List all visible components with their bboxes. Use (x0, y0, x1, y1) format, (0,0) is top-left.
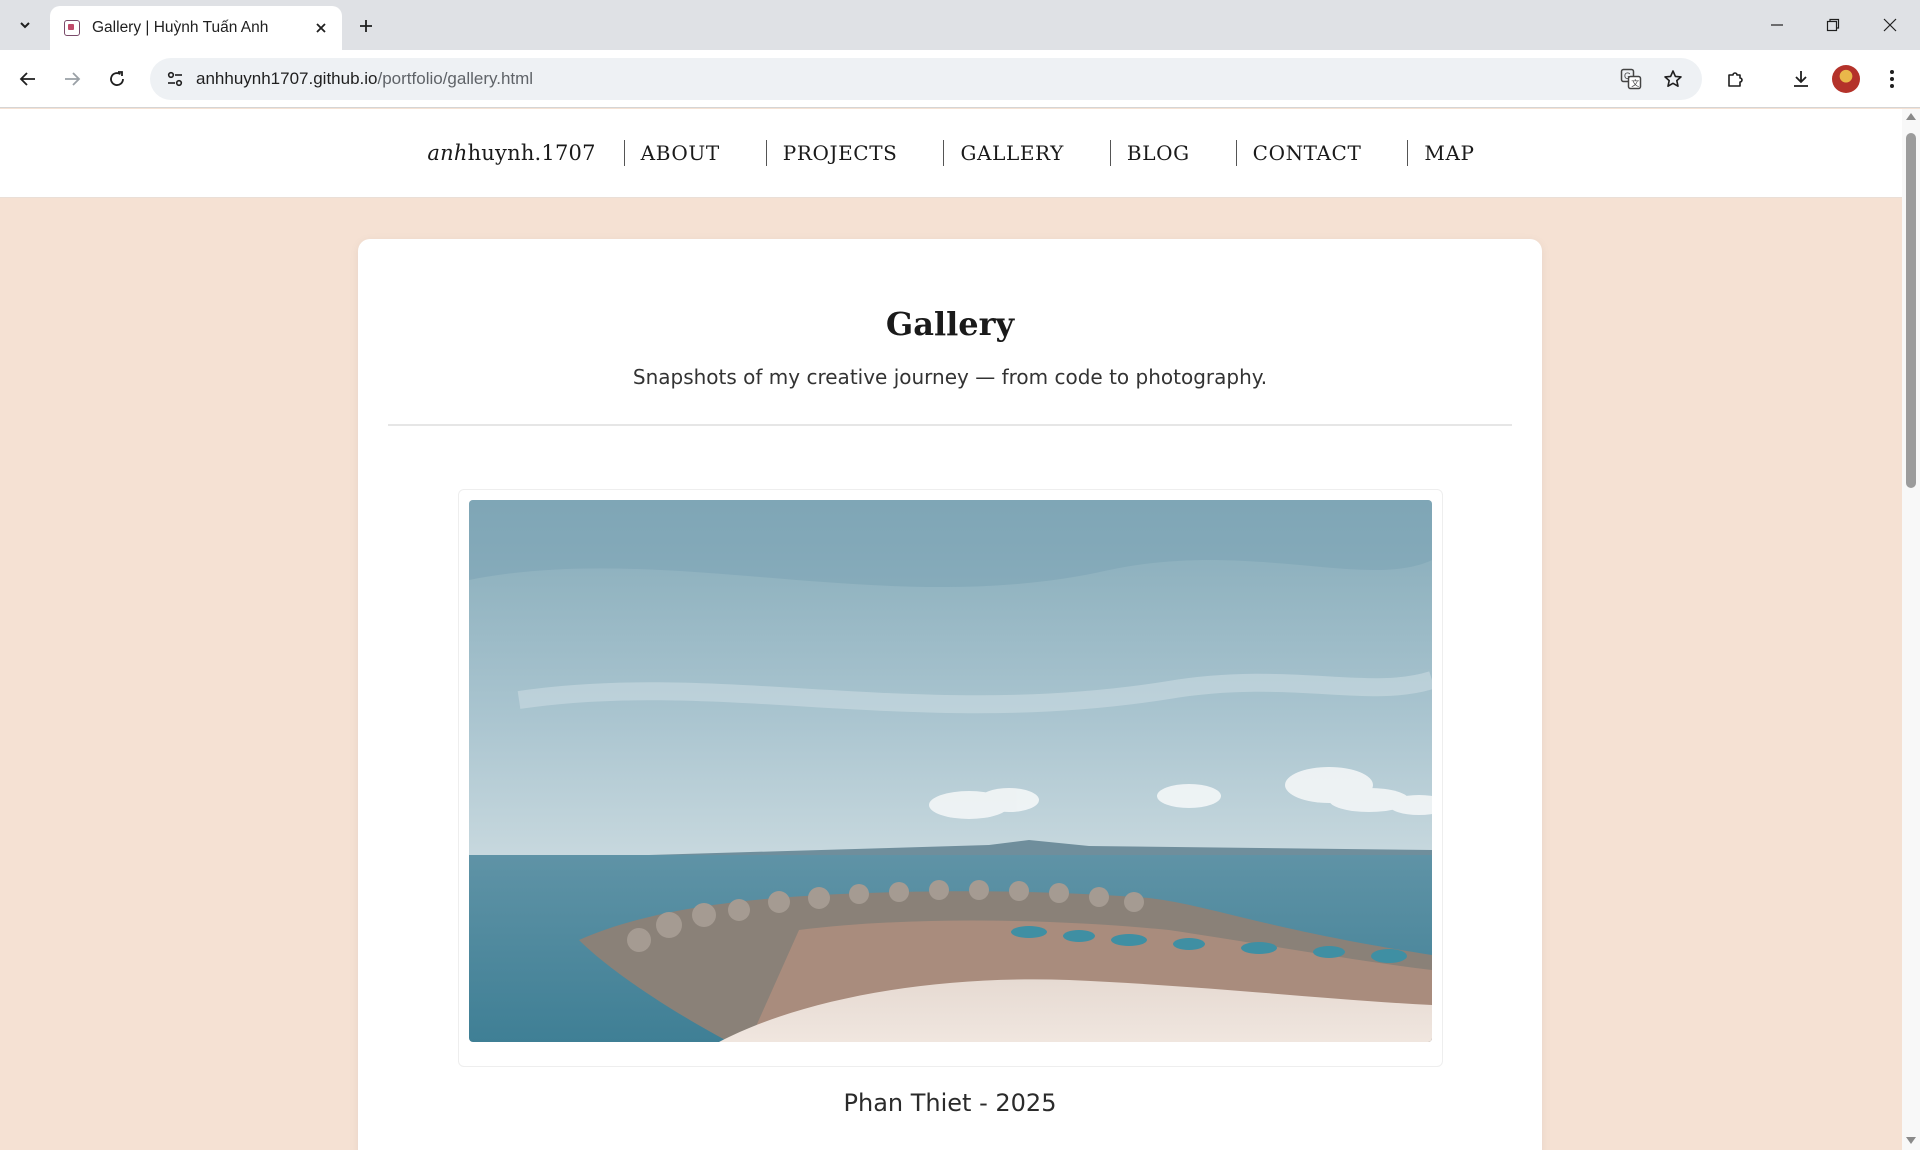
page-subtitle: Snapshots of my creative journey — from … (632, 365, 1268, 389)
page-scrollbar[interactable] (1902, 109, 1920, 1150)
nav-link-gallery[interactable]: GALLERY (943, 140, 1109, 166)
window-minimize-button[interactable] (1757, 8, 1797, 42)
address-bar[interactable]: anhhuynh1707.github.io/portfolio/gallery… (150, 58, 1702, 100)
nav-link-about[interactable]: ABOUT (623, 140, 766, 166)
browser-toolbar: anhhuynh1707.github.io/portfolio/gallery… (0, 50, 1920, 108)
nav-link-map[interactable]: MAP (1407, 140, 1474, 166)
close-icon (1883, 18, 1897, 32)
page-viewport: anhhuynh.1707 ABOUT PROJECTS GALLERY BLO… (0, 109, 1902, 1150)
downloads-button[interactable] (1785, 63, 1817, 95)
tab-close-button[interactable] (310, 17, 332, 39)
star-icon (1664, 70, 1682, 87)
seascape-photo (469, 500, 1432, 1042)
kebab-menu-icon (1890, 70, 1894, 88)
site-navbar: anhhuynh.1707 ABOUT PROJECTS GALLERY BLO… (0, 109, 1902, 198)
browser-tabstrip: Gallery | Huỳnh Tuấn Anh (0, 0, 1920, 50)
url-text: anhhuynh1707.github.io/portfolio/gallery… (196, 69, 533, 89)
page-title: Gallery (885, 305, 1015, 343)
svg-text:文: 文 (1631, 78, 1639, 88)
forward-button[interactable] (56, 63, 88, 95)
nav-link-projects[interactable]: PROJECTS (765, 140, 944, 166)
chevron-down-icon (20, 22, 30, 29)
gallery-photo[interactable] (469, 500, 1432, 1042)
window-restore-button[interactable] (1813, 8, 1853, 42)
tab-title: Gallery | Huỳnh Tuấn Anh (92, 19, 269, 36)
brand-italic: anh (427, 141, 468, 165)
download-icon (1794, 71, 1808, 87)
minimize-icon (1771, 24, 1783, 26)
scroll-up-arrow-icon[interactable] (1906, 113, 1916, 120)
bookmark-star-button[interactable] (1658, 64, 1688, 94)
url-path: /portfolio/gallery.html (377, 69, 534, 88)
extensions-button[interactable] (1720, 63, 1752, 95)
url-host: anhhuynh1707.github.io (196, 69, 378, 88)
arrow-right-icon (65, 72, 81, 86)
new-tab-button[interactable] (352, 12, 380, 40)
site-favicon-icon (64, 20, 80, 36)
section-divider (388, 424, 1512, 426)
photo-caption: Phan Thiet - 2025 (843, 1089, 1057, 1117)
nav-link-contact[interactable]: CONTACT (1235, 140, 1408, 166)
translate-icon: G文 (1620, 68, 1642, 90)
browser-tab-active[interactable]: Gallery | Huỳnh Tuấn Anh (50, 6, 342, 50)
translate-button[interactable]: G文 (1616, 64, 1646, 94)
tune-icon (167, 71, 183, 87)
back-button[interactable] (12, 63, 44, 95)
puzzle-icon (1728, 72, 1743, 87)
site-info-button[interactable] (160, 64, 190, 94)
nav-link-blog[interactable]: BLOG (1109, 140, 1236, 166)
plus-icon (360, 20, 372, 32)
reload-icon (110, 71, 124, 86)
scrollbar-thumb[interactable] (1906, 133, 1916, 488)
browser-menu-button[interactable] (1876, 63, 1908, 95)
gallery-item[interactable] (458, 489, 1443, 1067)
scroll-down-arrow-icon[interactable] (1906, 1137, 1916, 1144)
brand-rest: huynh.1707 (467, 141, 596, 165)
gallery-card: Gallery Snapshots of my creative journey… (358, 239, 1542, 1150)
reload-button[interactable] (101, 63, 133, 95)
restore-icon (1826, 18, 1840, 32)
tab-search-dropdown-button[interactable] (10, 12, 40, 38)
site-brand-link[interactable]: anhhuynh.1707 (427, 141, 623, 165)
window-close-button[interactable] (1870, 8, 1910, 42)
site-nav-links: anhhuynh.1707 ABOUT PROJECTS GALLERY BLO… (427, 140, 1474, 166)
close-icon (316, 23, 326, 33)
profile-avatar[interactable] (1832, 65, 1860, 93)
arrow-left-icon (19, 72, 35, 86)
